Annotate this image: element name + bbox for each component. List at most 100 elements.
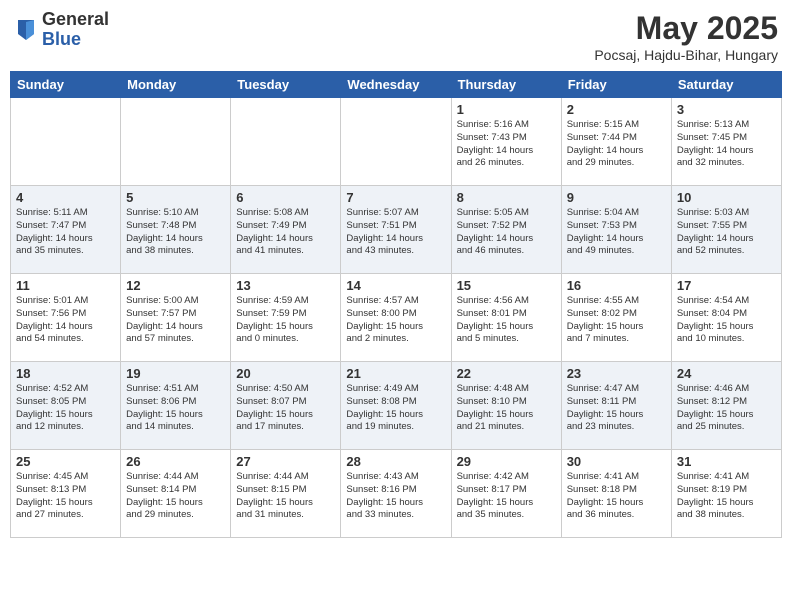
- calendar-cell: 13Sunrise: 4:59 AM Sunset: 7:59 PM Dayli…: [231, 274, 341, 362]
- calendar-cell: 3Sunrise: 5:13 AM Sunset: 7:45 PM Daylig…: [671, 98, 781, 186]
- day-number: 23: [567, 366, 666, 381]
- calendar-cell: 16 Sunrise: 4:55 AM Sunset: 8:02 PM Dayli…: [561, 274, 671, 362]
- day-info: Sunrise: 4:59 AM Sunset: 7:59 PM Dayligh…: [236, 295, 335, 346]
- logo-general: General: [42, 10, 109, 30]
- calendar-table: SundayMondayTuesdayWednesdayThursdayFrid…: [10, 71, 782, 538]
- day-info: Sunrise: 4:43 AM Sunset: 8:16 PM Dayligh…: [346, 471, 445, 522]
- calendar-cell: 31 Sunrise: 4:41 AM Sunset: 8:19 PM Dayli…: [671, 450, 781, 538]
- day-info: Sunrise: 4:51 AM Sunset: 8:06 PM Dayligh…: [126, 383, 225, 434]
- day-info: Sunrise: 5:00 AM Sunset: 7:57 PM Dayligh…: [126, 295, 225, 346]
- day-info: Sunrise: 4:45 AM Sunset: 8:13 PM Dayligh…: [16, 471, 115, 522]
- day-number: 28: [346, 454, 445, 469]
- day-number: 31: [677, 454, 776, 469]
- calendar-cell: 25 Sunrise: 4:45 AM Sunset: 8:13 PM Dayli…: [11, 450, 121, 538]
- calendar-week-row: 18 Sunrise: 4:52 AM Sunset: 8:05 PM Dayli…: [11, 362, 782, 450]
- day-info: Sunrise: 4:42 AM Sunset: 8:17 PM Dayligh…: [457, 471, 556, 522]
- day-number: 22: [457, 366, 556, 381]
- day-number: 24: [677, 366, 776, 381]
- calendar-cell: 29 Sunrise: 4:42 AM Sunset: 8:17 PM Dayli…: [451, 450, 561, 538]
- calendar-cell: 8Sunrise: 5:05 AM Sunset: 7:52 PM Daylig…: [451, 186, 561, 274]
- day-number: 4: [16, 190, 115, 205]
- calendar-cell: [11, 98, 121, 186]
- col-header-friday: Friday: [561, 72, 671, 98]
- col-header-tuesday: Tuesday: [231, 72, 341, 98]
- calendar-cell: 7 Sunrise: 5:07 AM Sunset: 7:51 PM Daylig…: [341, 186, 451, 274]
- calendar-cell: 5 Sunrise: 5:10 AM Sunset: 7:48 PM Daylig…: [121, 186, 231, 274]
- day-info: Sunrise: 5:16 AM Sunset: 7:43 PM Dayligh…: [457, 119, 556, 170]
- calendar-cell: 27Sunrise: 4:44 AM Sunset: 8:15 PM Dayli…: [231, 450, 341, 538]
- day-info: Sunrise: 4:41 AM Sunset: 8:19 PM Dayligh…: [677, 471, 776, 522]
- day-info: Sunrise: 4:50 AM Sunset: 8:07 PM Dayligh…: [236, 383, 335, 434]
- calendar-cell: 28 Sunrise: 4:43 AM Sunset: 8:16 PM Dayli…: [341, 450, 451, 538]
- day-number: 15: [457, 278, 556, 293]
- calendar-cell: [231, 98, 341, 186]
- day-info: Sunrise: 5:01 AM Sunset: 7:56 PM Dayligh…: [16, 295, 115, 346]
- day-info: Sunrise: 4:41 AM Sunset: 8:18 PM Dayligh…: [567, 471, 666, 522]
- calendar-cell: 1 Sunrise: 5:16 AM Sunset: 7:43 PM Daylig…: [451, 98, 561, 186]
- day-info: Sunrise: 5:13 AM Sunset: 7:45 PM Dayligh…: [677, 119, 776, 170]
- day-info: Sunrise: 5:03 AM Sunset: 7:55 PM Dayligh…: [677, 207, 776, 258]
- calendar-week-row: 11 Sunrise: 5:01 AM Sunset: 7:56 PM Dayli…: [11, 274, 782, 362]
- day-number: 14: [346, 278, 445, 293]
- calendar-cell: 20 Sunrise: 4:50 AM Sunset: 8:07 PM Dayli…: [231, 362, 341, 450]
- calendar-cell: 22 Sunrise: 4:48 AM Sunset: 8:10 PM Dayli…: [451, 362, 561, 450]
- calendar-cell: 2Sunrise: 5:15 AM Sunset: 7:44 PM Daylig…: [561, 98, 671, 186]
- calendar-cell: 23 Sunrise: 4:47 AM Sunset: 8:11 PM Dayli…: [561, 362, 671, 450]
- day-info: Sunrise: 4:57 AM Sunset: 8:00 PM Dayligh…: [346, 295, 445, 346]
- day-info: Sunrise: 4:54 AM Sunset: 8:04 PM Dayligh…: [677, 295, 776, 346]
- calendar-cell: 26Sunrise: 4:44 AM Sunset: 8:14 PM Dayli…: [121, 450, 231, 538]
- calendar-week-row: 1 Sunrise: 5:16 AM Sunset: 7:43 PM Daylig…: [11, 98, 782, 186]
- day-info: Sunrise: 5:11 AM Sunset: 7:47 PM Dayligh…: [16, 207, 115, 258]
- calendar-cell: 24Sunrise: 4:46 AM Sunset: 8:12 PM Dayli…: [671, 362, 781, 450]
- col-header-monday: Monday: [121, 72, 231, 98]
- day-number: 5: [126, 190, 225, 205]
- day-number: 27: [236, 454, 335, 469]
- col-header-sunday: Sunday: [11, 72, 121, 98]
- day-number: 18: [16, 366, 115, 381]
- day-number: 6: [236, 190, 335, 205]
- day-info: Sunrise: 5:08 AM Sunset: 7:49 PM Dayligh…: [236, 207, 335, 258]
- day-info: Sunrise: 4:48 AM Sunset: 8:10 PM Dayligh…: [457, 383, 556, 434]
- generalblue-logo-icon: [14, 16, 38, 44]
- day-number: 30: [567, 454, 666, 469]
- day-info: Sunrise: 5:07 AM Sunset: 7:51 PM Dayligh…: [346, 207, 445, 258]
- day-number: 25: [16, 454, 115, 469]
- calendar-cell: 6 Sunrise: 5:08 AM Sunset: 7:49 PM Daylig…: [231, 186, 341, 274]
- calendar-cell: 15Sunrise: 4:56 AM Sunset: 8:01 PM Dayli…: [451, 274, 561, 362]
- col-header-thursday: Thursday: [451, 72, 561, 98]
- calendar-cell: [121, 98, 231, 186]
- logo-text: General Blue: [42, 10, 109, 50]
- day-info: Sunrise: 5:05 AM Sunset: 7:52 PM Dayligh…: [457, 207, 556, 258]
- calendar-cell: 21Sunrise: 4:49 AM Sunset: 8:08 PM Dayli…: [341, 362, 451, 450]
- calendar-cell: 19 Sunrise: 4:51 AM Sunset: 8:06 PM Dayli…: [121, 362, 231, 450]
- month-year-title: May 2025: [594, 10, 778, 47]
- location-subtitle: Pocsaj, Hajdu-Bihar, Hungary: [594, 47, 778, 63]
- calendar-cell: 10 Sunrise: 5:03 AM Sunset: 7:55 PM Dayli…: [671, 186, 781, 274]
- day-number: 20: [236, 366, 335, 381]
- day-info: Sunrise: 5:04 AM Sunset: 7:53 PM Dayligh…: [567, 207, 666, 258]
- day-number: 11: [16, 278, 115, 293]
- day-info: Sunrise: 5:15 AM Sunset: 7:44 PM Dayligh…: [567, 119, 666, 170]
- day-number: 1: [457, 102, 556, 117]
- day-number: 29: [457, 454, 556, 469]
- day-number: 12: [126, 278, 225, 293]
- header: General Blue May 2025 Pocsaj, Hajdu-Biha…: [10, 10, 782, 63]
- title-block: May 2025 Pocsaj, Hajdu-Bihar, Hungary: [594, 10, 778, 63]
- day-info: Sunrise: 4:52 AM Sunset: 8:05 PM Dayligh…: [16, 383, 115, 434]
- day-number: 17: [677, 278, 776, 293]
- calendar-week-row: 25 Sunrise: 4:45 AM Sunset: 8:13 PM Dayli…: [11, 450, 782, 538]
- day-info: Sunrise: 4:55 AM Sunset: 8:02 PM Dayligh…: [567, 295, 666, 346]
- day-number: 16: [567, 278, 666, 293]
- day-number: 10: [677, 190, 776, 205]
- day-number: 7: [346, 190, 445, 205]
- day-number: 19: [126, 366, 225, 381]
- day-info: Sunrise: 4:49 AM Sunset: 8:08 PM Dayligh…: [346, 383, 445, 434]
- calendar-cell: 14 Sunrise: 4:57 AM Sunset: 8:00 PM Dayli…: [341, 274, 451, 362]
- calendar-header-row: SundayMondayTuesdayWednesdayThursdayFrid…: [11, 72, 782, 98]
- col-header-saturday: Saturday: [671, 72, 781, 98]
- day-info: Sunrise: 5:10 AM Sunset: 7:48 PM Dayligh…: [126, 207, 225, 258]
- day-info: Sunrise: 4:47 AM Sunset: 8:11 PM Dayligh…: [567, 383, 666, 434]
- day-number: 9: [567, 190, 666, 205]
- calendar-cell: 9 Sunrise: 5:04 AM Sunset: 7:53 PM Daylig…: [561, 186, 671, 274]
- calendar-cell: 11 Sunrise: 5:01 AM Sunset: 7:56 PM Dayli…: [11, 274, 121, 362]
